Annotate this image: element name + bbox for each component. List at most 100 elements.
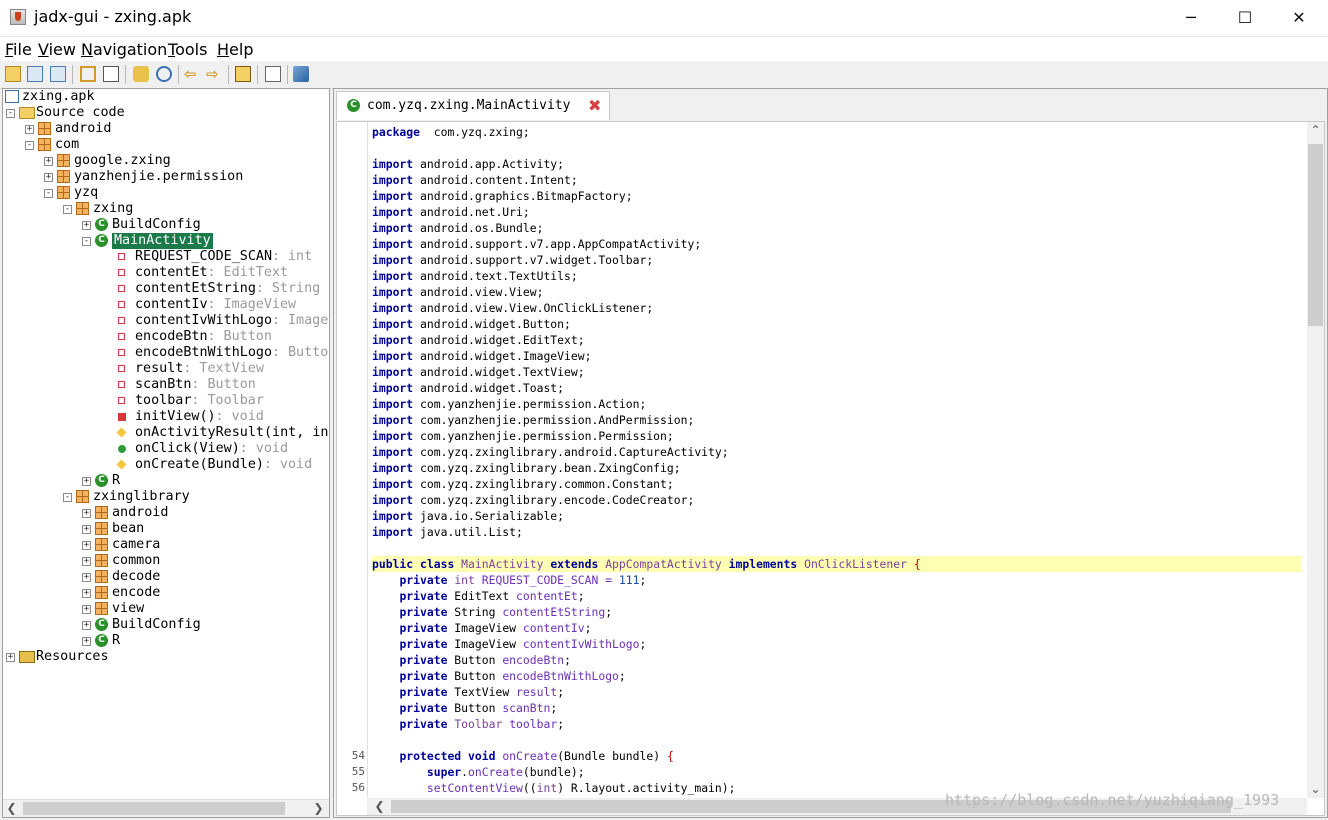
tree-item[interactable]: toolbar : Toolbar	[3, 393, 329, 409]
scroll-up-icon[interactable]: ⌃	[1307, 122, 1324, 139]
code-line: import android.support.v7.app.AppCompatA…	[372, 236, 1302, 252]
toolbar-separator	[287, 65, 288, 84]
minimize-button[interactable]: ─	[1164, 0, 1218, 36]
back-icon[interactable]: ⇦	[184, 66, 200, 82]
tree-item[interactable]: + android	[3, 505, 329, 521]
tree-item[interactable]: encodeBtnWithLogo : Button	[3, 345, 329, 361]
close-tab-icon[interactable]: ✖	[588, 96, 601, 115]
text-search-icon[interactable]	[133, 66, 149, 82]
expand-icon[interactable]: +	[82, 557, 91, 566]
code-token: import	[372, 301, 414, 315]
tree-item[interactable]: initView() : void	[3, 409, 329, 425]
code-line: import android.content.Intent;	[372, 172, 1302, 188]
expand-icon[interactable]: +	[82, 589, 91, 598]
tree-item[interactable]: + camera	[3, 537, 329, 553]
deobfuscation-icon[interactable]	[235, 66, 251, 82]
tree-item[interactable]: - yzq	[3, 185, 329, 201]
tree-item[interactable]: + bean	[3, 521, 329, 537]
expand-icon[interactable]: +	[6, 653, 15, 662]
tree-item[interactable]: onClick(View) : void	[3, 441, 329, 457]
tree-item[interactable]: contentEt : EditText	[3, 265, 329, 281]
tree-item[interactable]: contentIvWithLogo : ImageView	[3, 313, 329, 329]
package-icon	[57, 186, 70, 199]
scroll-thumb[interactable]	[23, 802, 285, 815]
tree-item[interactable]: encodeBtn : Button	[3, 329, 329, 345]
menu-tools[interactable]: Tools	[168, 40, 207, 59]
menu-help[interactable]: Help	[217, 40, 253, 59]
tree-item[interactable]: + Resources	[3, 649, 329, 665]
expand-icon[interactable]: +	[44, 173, 53, 182]
tree-item[interactable]: - C MainActivity	[3, 233, 329, 249]
code-vertical-scrollbar[interactable]: ⌃ ⌄	[1307, 122, 1324, 798]
export-icon[interactable]	[50, 66, 66, 82]
log-icon[interactable]	[265, 66, 281, 82]
tree-item[interactable]: + C BuildConfig	[3, 617, 329, 633]
scroll-down-icon[interactable]: ⌄	[1307, 781, 1324, 798]
menu-view[interactable]: View	[38, 40, 76, 59]
collapse-icon[interactable]: -	[6, 109, 15, 118]
code-view[interactable]: package com.yzq.zxing; import android.app…	[336, 121, 1325, 816]
tree-item[interactable]: + yanzhenjie.permission	[3, 169, 329, 185]
collapse-icon[interactable]: -	[63, 493, 72, 502]
expand-icon[interactable]: +	[82, 637, 91, 646]
tree-item[interactable]: + google.zxing	[3, 153, 329, 169]
collapse-icon[interactable]: -	[44, 189, 53, 198]
open-file-icon[interactable]	[5, 66, 21, 82]
tree-horizontal-scrollbar[interactable]: ❮ ❯	[3, 799, 329, 817]
tree-item[interactable]: + C R	[3, 473, 329, 489]
tree-item[interactable]: result : TextView	[3, 361, 329, 377]
expand-icon[interactable]: +	[82, 525, 91, 534]
tree-item[interactable]: + view	[3, 601, 329, 617]
code-line: import android.widget.EditText;	[372, 332, 1302, 348]
tree-item[interactable]: - Source code	[3, 105, 329, 121]
collapse-icon[interactable]: -	[82, 237, 91, 246]
tree-item[interactable]: + android	[3, 121, 329, 137]
tree-item[interactable]: onActivityResult(int, int, Intent) : voi…	[3, 425, 329, 441]
sync-icon[interactable]	[80, 66, 96, 82]
tree-item[interactable]: scanBtn : Button	[3, 377, 329, 393]
expand-icon[interactable]: +	[82, 621, 91, 630]
scroll-left-icon[interactable]: ❮	[3, 800, 20, 817]
tree-item[interactable]: - com	[3, 137, 329, 153]
preferences-icon[interactable]	[293, 66, 309, 82]
tree-item[interactable]: contentIv : ImageView	[3, 297, 329, 313]
flatten-icon[interactable]	[103, 66, 119, 82]
expand-icon[interactable]: +	[44, 157, 53, 166]
forward-icon[interactable]: ⇨	[206, 66, 222, 82]
tree-item[interactable]: + encode	[3, 585, 329, 601]
expand-icon[interactable]: +	[82, 221, 91, 230]
scroll-right-icon[interactable]: ❯	[310, 800, 327, 817]
collapse-icon[interactable]: -	[63, 205, 72, 214]
code-token: TextView	[447, 685, 517, 699]
collapse-icon[interactable]: -	[25, 141, 34, 150]
tree-item[interactable]: zxing.apk	[3, 89, 329, 105]
scroll-left-icon[interactable]: ❮	[371, 798, 388, 815]
menu-file[interactable]: File	[5, 40, 32, 59]
expand-icon[interactable]: +	[82, 573, 91, 582]
tree-item-label: zxinglibrary	[93, 489, 190, 504]
tree-item[interactable]: + C BuildConfig	[3, 217, 329, 233]
tree-item[interactable]: REQUEST_CODE_SCAN : int	[3, 249, 329, 265]
tree-item[interactable]: - zxinglibrary	[3, 489, 329, 505]
maximize-button[interactable]: ☐	[1218, 0, 1272, 36]
close-window-button[interactable]: ✕	[1272, 0, 1326, 36]
expand-icon[interactable]: +	[25, 125, 34, 134]
tree-item-label: R	[112, 633, 121, 648]
tree-item[interactable]: onCreate(Bundle) : void	[3, 457, 329, 473]
code-token: ;	[618, 669, 626, 683]
menu-navigation[interactable]: Navigation	[81, 40, 167, 59]
save-all-icon[interactable]	[27, 66, 43, 82]
tree-item[interactable]: + C R	[3, 633, 329, 649]
scroll-thumb[interactable]	[1308, 144, 1323, 326]
expand-icon[interactable]: +	[82, 509, 91, 518]
tab-mainactivity[interactable]: C com.yzq.zxing.MainActivity ✖	[336, 91, 610, 120]
expand-icon[interactable]: +	[82, 605, 91, 614]
expand-icon[interactable]: +	[82, 541, 91, 550]
tree-item[interactable]: contentEtString : String	[3, 281, 329, 297]
tree-item[interactable]: - zxing	[3, 201, 329, 217]
class-search-icon[interactable]	[156, 66, 172, 82]
tree-item[interactable]: + common	[3, 553, 329, 569]
expand-icon[interactable]: +	[82, 477, 91, 486]
tree-item[interactable]: + decode	[3, 569, 329, 585]
